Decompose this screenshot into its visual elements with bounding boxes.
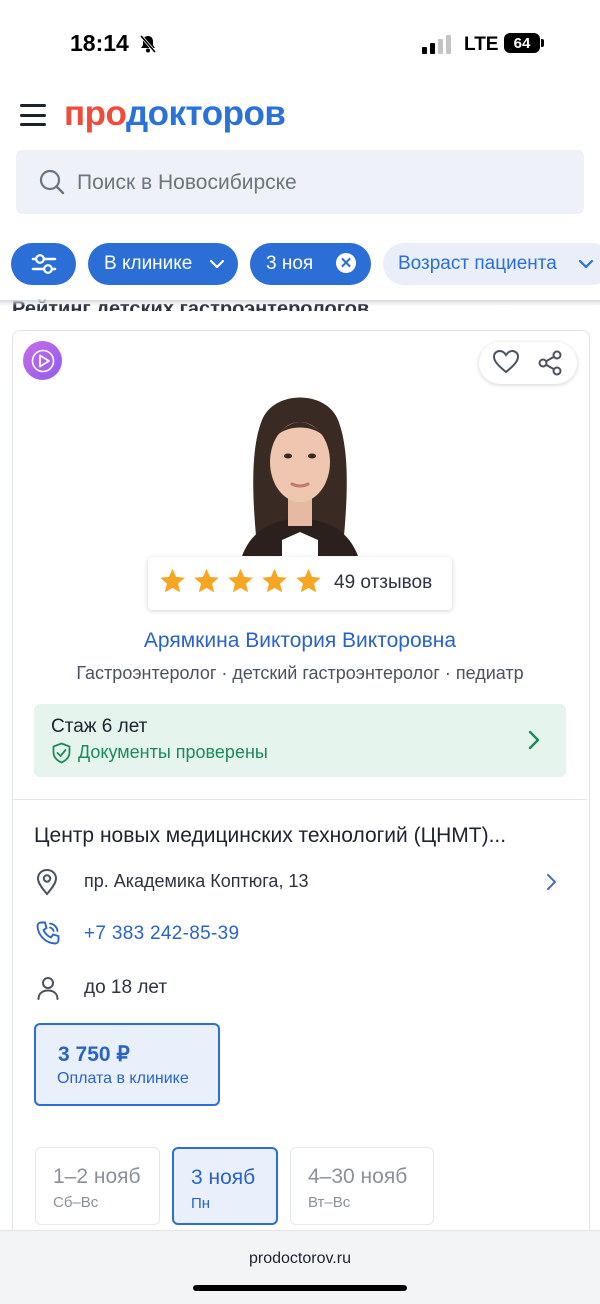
chevron-down-icon	[209, 259, 225, 269]
chevron-right-icon	[524, 729, 544, 756]
price-payment-note: Оплата в клинике	[57, 1070, 189, 1087]
filter-settings-button[interactable]	[11, 243, 76, 285]
shield-check-icon	[51, 742, 72, 769]
search-icon	[38, 168, 66, 201]
schedule-dates: 3 нояб	[191, 1166, 256, 1189]
doctor-name-link[interactable]: Арямкина Виктория Викторовна	[0, 629, 600, 653]
clinic-address[interactable]: пр. Академика Коптюга, 13	[84, 871, 308, 892]
network-type: LTE	[464, 34, 499, 55]
home-indicator[interactable]	[193, 1285, 407, 1291]
schedule-weekdays: Сб–Вс	[53, 1194, 99, 1211]
star-icon	[228, 568, 253, 593]
star-icon	[194, 568, 219, 593]
clinic-name-link[interactable]: Центр новых медицинских технологий (ЦНМТ…	[34, 824, 574, 848]
browser-url[interactable]: prodoctorov.ru	[0, 1250, 600, 1268]
site-logo[interactable]: продокторов	[64, 94, 286, 134]
clinic-phone-link[interactable]: +7 383 242-85-39	[84, 923, 239, 945]
heart-icon[interactable]	[492, 349, 520, 380]
schedule-day-option-selected[interactable]: 3 нояб Пн	[172, 1147, 278, 1225]
schedule-weekdays: Вт–Вс	[308, 1194, 351, 1211]
filter-chip-date[interactable]: 3 ноя ✕	[250, 243, 371, 285]
battery-indicator: 64	[504, 33, 540, 53]
experience-panel[interactable]	[34, 704, 566, 777]
signal-strength-icon	[422, 35, 451, 54]
documents-verified: Документы проверены	[78, 742, 268, 762]
star-icon	[160, 568, 185, 593]
filter-chip-patient-age[interactable]: Возраст пациента	[383, 243, 600, 285]
schedule-day-option[interactable]: 1–2 нояб Сб–Вс	[35, 1147, 160, 1225]
schedule-weekdays: Пн	[191, 1195, 211, 1212]
person-icon	[36, 975, 60, 1006]
reviews-count[interactable]: 49 отзывов	[334, 572, 432, 594]
star-icon	[296, 568, 321, 593]
filter-chip-clinic[interactable]: В клинике	[88, 243, 238, 285]
menu-icon[interactable]	[20, 104, 46, 126]
patient-age-limit: до 18 лет	[84, 977, 168, 998]
bell-muted-icon	[138, 34, 158, 59]
battery-tip	[541, 39, 544, 47]
price-value: 3 750 ₽	[58, 1043, 130, 1066]
star-icon	[262, 568, 287, 593]
rating-stars	[158, 567, 323, 595]
logo-part-pro: про	[64, 94, 126, 133]
location-pin-icon	[35, 868, 59, 901]
video-play-icon[interactable]	[23, 341, 62, 380]
doctor-specialties: Гастроэнтеролог · детский гастроэнтероло…	[76, 663, 524, 683]
filter-chip-date-label: 3 ноя	[266, 253, 314, 274]
filter-chip-age-label: Возраст пациента	[398, 253, 557, 274]
filter-chip-clinic-label: В клинике	[104, 253, 193, 274]
chevron-down-icon	[578, 259, 594, 269]
chevron-right-icon[interactable]	[545, 872, 559, 897]
schedule-day-option[interactable]: 4–30 нояб Вт–Вс	[290, 1147, 434, 1225]
logo-part-doctors: докторов	[125, 94, 286, 133]
schedule-dates: 1–2 нояб	[53, 1165, 141, 1188]
search-placeholder: Поиск в Новосибирске	[77, 171, 297, 194]
phone-icon	[35, 920, 61, 951]
status-time: 18:14	[70, 30, 129, 56]
doctor-photo	[222, 380, 378, 556]
clear-date-icon[interactable]: ✕	[336, 253, 356, 273]
card-divider	[13, 799, 587, 800]
schedule-dates: 4–30 нояб	[308, 1165, 408, 1188]
chips-bar-shadow	[0, 300, 600, 306]
share-icon[interactable]	[536, 349, 564, 382]
experience-text: Стаж 6 лет	[51, 716, 148, 737]
sliders-icon	[31, 254, 56, 274]
